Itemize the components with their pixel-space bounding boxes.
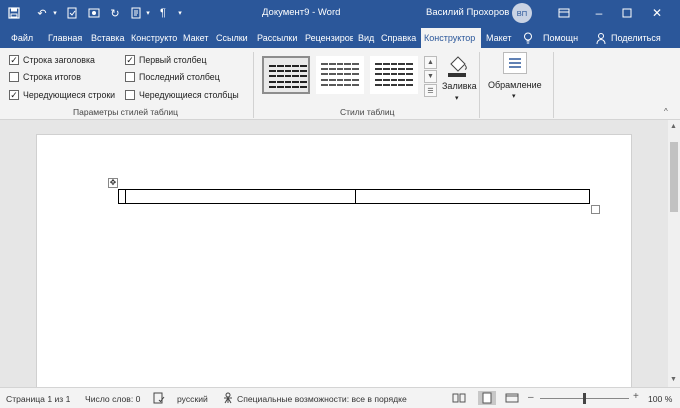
format-dropdown-icon[interactable]: ▾ — [143, 5, 153, 21]
group-label-table-styles: Стили таблиц — [340, 107, 395, 117]
accessibility-status[interactable]: Специальные возможности: все в порядке — [237, 394, 407, 404]
tab-file[interactable]: Файл — [11, 30, 39, 46]
checkbox-label: Чередующиеся строки — [23, 90, 116, 100]
accessibility-icon[interactable] — [222, 392, 235, 406]
tab-view[interactable]: Вид — [358, 30, 376, 46]
gallery-up-icon[interactable]: ▲ — [424, 56, 437, 69]
zoom-level[interactable]: 100 % — [648, 394, 672, 404]
tab-layout[interactable]: Макет — [183, 30, 212, 46]
gallery-down-icon[interactable]: ▼ — [424, 70, 437, 83]
zoom-slider-thumb[interactable] — [583, 393, 586, 404]
window-title: Документ9 - Word — [262, 7, 341, 18]
checkbox-label: Строка итогов — [23, 72, 81, 82]
check-icon[interactable] — [64, 5, 80, 21]
document-page[interactable] — [36, 134, 632, 387]
lightbulb-icon[interactable] — [523, 30, 535, 46]
ribbon: ✓ Строка заголовка Строка итогов ✓ Черед… — [0, 48, 680, 120]
checkbox-label: Последний столбец — [139, 72, 220, 82]
scroll-down-icon[interactable]: ▼ — [670, 376, 677, 383]
paint-bucket-icon[interactable] — [444, 52, 470, 78]
last-column-checkbox[interactable]: Последний столбец — [125, 71, 220, 83]
table-cell[interactable] — [356, 190, 589, 203]
camera-icon[interactable] — [86, 5, 102, 21]
tab-home[interactable]: Главная — [48, 30, 86, 46]
checkbox-box[interactable] — [125, 72, 135, 82]
tab-table-layout[interactable]: Макет — [486, 30, 514, 46]
checkbox-label: Строка заголовка — [23, 55, 95, 65]
table-move-handle-icon[interactable]: ✥ — [108, 178, 118, 188]
header-row-checkbox[interactable]: ✓ Строка заголовка — [9, 54, 95, 66]
undo-icon[interactable]: ↶ — [34, 5, 50, 21]
proofing-icon[interactable] — [153, 392, 165, 407]
zoom-out-icon[interactable]: – — [528, 392, 534, 403]
print-layout-icon[interactable] — [478, 391, 496, 405]
collapse-ribbon-icon[interactable]: ^ — [664, 107, 668, 116]
table-style-swatch-3[interactable] — [370, 56, 418, 94]
group-label-style-options: Параметры стилей таблиц — [73, 107, 178, 117]
read-mode-icon[interactable] — [452, 392, 466, 406]
save-icon[interactable] — [6, 5, 22, 21]
tab-tell-me[interactable]: Помощн — [543, 30, 583, 46]
tab-insert[interactable]: Вставка — [91, 30, 129, 46]
maximize-icon[interactable] — [616, 4, 638, 22]
checkbox-label: Первый столбец — [139, 55, 207, 65]
borders-icon[interactable] — [503, 52, 527, 74]
paragraph-icon[interactable]: ¶ — [155, 5, 171, 21]
group-separator — [553, 52, 554, 118]
checkbox-label: Чередующиеся столбцы — [139, 90, 239, 100]
customize-icon[interactable]: ▾ — [174, 5, 186, 21]
tab-references[interactable]: Ссылки — [216, 30, 252, 46]
checkbox-box[interactable]: ✓ — [9, 55, 19, 65]
table-style-swatch-2[interactable] — [316, 56, 364, 94]
gallery-more-icon[interactable]: ☰ — [424, 84, 437, 97]
shading-dropdown-icon[interactable]: ▾ — [455, 94, 459, 102]
banded-columns-checkbox[interactable]: Чередующиеся столбцы — [125, 89, 239, 101]
scroll-up-icon[interactable]: ▲ — [670, 123, 677, 130]
total-row-checkbox[interactable]: Строка итогов — [9, 71, 81, 83]
table-cell[interactable] — [126, 190, 355, 203]
share-icon[interactable] — [596, 30, 608, 46]
table-resize-handle[interactable] — [591, 205, 600, 214]
language[interactable]: русский — [177, 394, 208, 404]
tab-design[interactable]: Конструктор — [131, 30, 177, 46]
word-count[interactable]: Число слов: 0 — [85, 394, 140, 404]
zoom-in-icon[interactable]: + — [633, 391, 639, 402]
tab-review[interactable]: Рецензирование — [305, 30, 353, 46]
title-bar: ↶ ▾ ↻ ▾ ¶ ▾ Документ9 - Word Василий Про… — [0, 0, 680, 26]
scrollbar-thumb[interactable] — [670, 142, 678, 212]
ribbon-display-icon[interactable] — [553, 4, 575, 22]
status-bar: Страница 1 из 1 Число слов: 0 русский Сп… — [0, 387, 680, 408]
first-column-checkbox[interactable]: ✓ Первый столбец — [125, 54, 207, 66]
autosave-icon[interactable]: ↻ — [107, 5, 123, 21]
checkbox-box[interactable] — [9, 72, 19, 82]
table-style-swatch-1[interactable] — [262, 56, 310, 94]
web-layout-icon[interactable] — [505, 392, 519, 406]
document-table[interactable] — [118, 189, 590, 204]
borders-dropdown-icon[interactable]: ▾ — [512, 92, 516, 100]
close-icon[interactable]: ✕ — [646, 4, 668, 22]
undo-dropdown-icon[interactable]: ▾ — [50, 5, 60, 21]
tab-mailings[interactable]: Рассылки — [257, 30, 300, 46]
vertical-scrollbar[interactable]: ▲ ▼ — [668, 120, 680, 387]
group-separator — [479, 52, 480, 118]
format-icon[interactable] — [128, 5, 144, 21]
group-separator — [253, 52, 254, 118]
page-count[interactable]: Страница 1 из 1 — [6, 394, 70, 404]
shading-button[interactable]: Заливка — [442, 81, 477, 91]
tab-table-design[interactable]: Конструктор — [421, 28, 481, 48]
avatar[interactable]: ВП — [512, 3, 532, 23]
checkbox-box[interactable]: ✓ — [125, 55, 135, 65]
tab-help[interactable]: Справка — [381, 30, 419, 46]
minimize-icon[interactable]: – — [588, 4, 610, 22]
document-canvas[interactable] — [0, 120, 668, 387]
user-name[interactable]: Василий Прохоров — [426, 7, 509, 18]
checkbox-box[interactable] — [125, 90, 135, 100]
share-button[interactable]: Поделиться — [611, 30, 671, 46]
banded-rows-checkbox[interactable]: ✓ Чередующиеся строки — [9, 89, 115, 101]
ribbon-tabs: Файл Главная Вставка Конструктор Макет С… — [0, 26, 680, 48]
checkbox-box[interactable]: ✓ — [9, 90, 19, 100]
borders-button[interactable]: Обрамление — [488, 80, 542, 90]
